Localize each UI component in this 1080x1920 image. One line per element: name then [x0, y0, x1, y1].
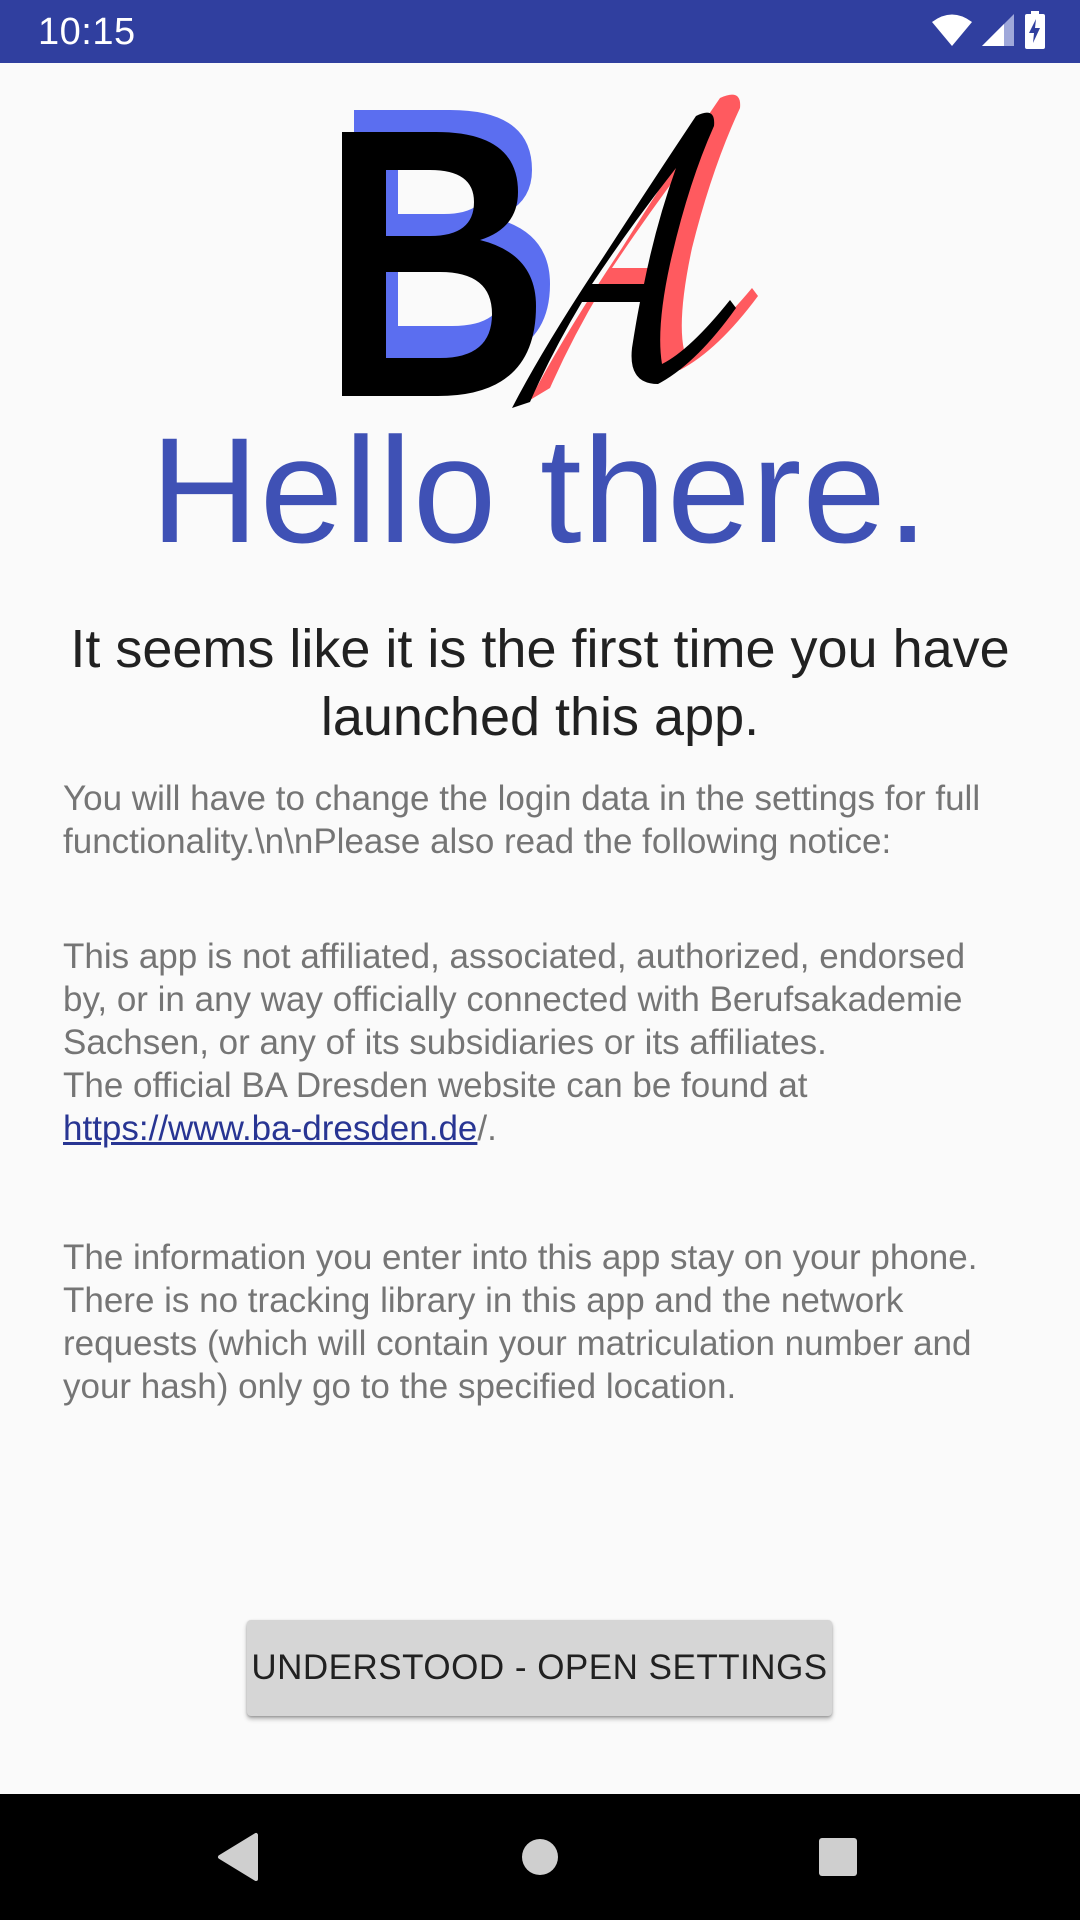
- navigation-bar: [0, 1794, 1080, 1920]
- open-settings-button[interactable]: UNDERSTOOD - OPEN SETTINGS: [247, 1620, 832, 1716]
- recents-button[interactable]: [803, 1822, 873, 1892]
- wifi-icon: [932, 13, 972, 52]
- screen: 10:15 Hello there. It seems like it is t…: [0, 0, 1080, 1920]
- status-icons: [932, 10, 1046, 54]
- login-data-notice: You will have to change the login data i…: [63, 779, 981, 861]
- disclaimer-text: This app is not affiliated, associated, …: [63, 937, 966, 1062]
- home-button[interactable]: [505, 1822, 575, 1892]
- back-button[interactable]: [203, 1822, 273, 1892]
- battery-charging-icon: [1024, 10, 1046, 54]
- privacy-notice: The information you enter into this app …: [63, 1238, 978, 1406]
- website-prefix: The official BA Dresden website can be f…: [63, 1066, 808, 1105]
- recents-icon: [819, 1838, 857, 1876]
- ba-logo: [332, 88, 762, 409]
- back-icon: [218, 1833, 258, 1881]
- first-launch-subtitle: It seems like it is the first time you h…: [70, 619, 1010, 747]
- welcome-title: Hello there.: [150, 406, 930, 574]
- cell-signal-icon: [982, 13, 1014, 51]
- ba-dresden-website-link[interactable]: https://www.ba-dresden.de: [63, 1109, 477, 1148]
- affiliation-disclaimer: This app is not affiliated, associated, …: [63, 935, 1013, 1150]
- status-bar: 10:15: [0, 0, 1080, 63]
- home-icon: [522, 1839, 558, 1875]
- website-suffix: /.: [477, 1109, 497, 1148]
- status-time: 10:15: [38, 11, 136, 53]
